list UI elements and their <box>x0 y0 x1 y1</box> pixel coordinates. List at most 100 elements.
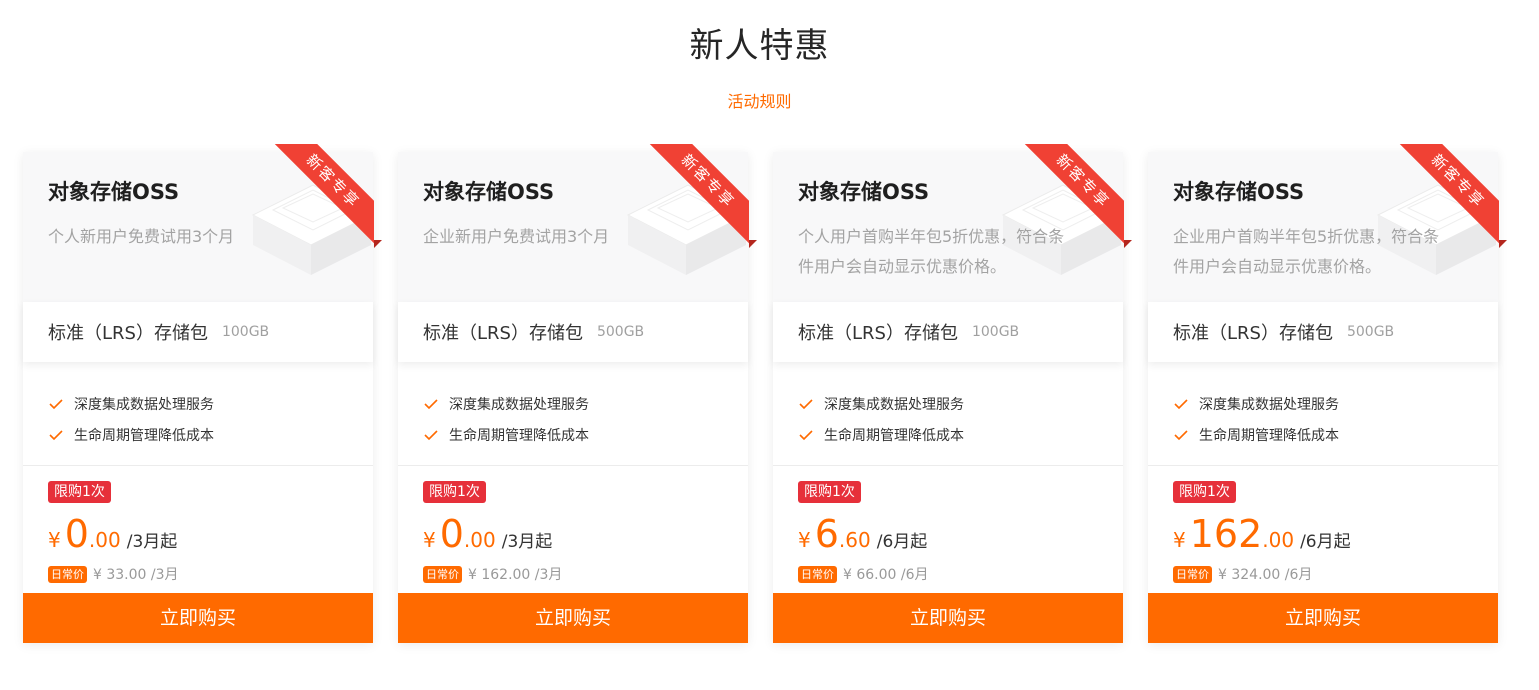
price-area: 限购1次 ¥ 0 .00 /3月起 日常价 ¥ 33.00 /3月 <box>23 466 373 594</box>
check-icon <box>799 398 813 409</box>
currency-symbol: ¥ <box>1173 528 1186 552</box>
price-decimal: .00 <box>463 528 496 552</box>
offer-card: 对象存储OSS 企业新用户免费试用3个月 新客专享 标准（LRS）存储包 500… <box>398 144 757 643</box>
feature-label: 生命周期管理降低成本 <box>824 427 964 444</box>
regular-price-row: 日常价 ¥ 33.00 /3月 <box>48 564 179 584</box>
check-icon <box>49 429 63 440</box>
regular-price: ¥ 162.00 /3月 <box>468 567 563 583</box>
promo-price: ¥ 162 .00 /6月起 <box>1173 511 1351 557</box>
feature-list: 深度集成数据处理服务 生命周期管理降低成本 <box>398 362 748 466</box>
card-title: 对象存储OSS <box>1173 180 1305 204</box>
ribbon-fold <box>374 240 382 248</box>
price-integer: 6 <box>814 512 839 556</box>
new-customer-ribbon: 新客专享 <box>1024 144 1124 244</box>
ribbon-label: 新客专享 <box>649 144 749 244</box>
price-integer: 0 <box>64 512 89 556</box>
feature-list: 深度集成数据处理服务 生命周期管理降低成本 <box>1148 362 1498 466</box>
regular-price-row: 日常价 ¥ 66.00 /6月 <box>798 564 929 584</box>
spec-row: 标准（LRS）存储包 500GB <box>398 302 748 362</box>
new-customer-ribbon: 新客专享 <box>274 144 374 244</box>
feature-item: 深度集成数据处理服务 <box>48 388 373 419</box>
spec-name: 标准（LRS）存储包 <box>48 323 208 344</box>
ribbon-fold <box>749 240 757 248</box>
buy-now-button[interactable]: 立即购买 <box>773 593 1123 643</box>
purchase-limit-badge: 限购1次 <box>423 481 486 503</box>
spec-size: 500GB <box>596 324 645 340</box>
buy-now-button[interactable]: 立即购买 <box>23 593 373 643</box>
promo-price: ¥ 6 .60 /6月起 <box>798 511 927 557</box>
spec-size: 100GB <box>971 324 1020 340</box>
card-title: 对象存储OSS <box>798 180 930 204</box>
price-area: 限购1次 ¥ 162 .00 /6月起 日常价 ¥ 324.00 /6月 <box>1148 466 1498 594</box>
feature-item: 深度集成数据处理服务 <box>798 388 1123 419</box>
activity-rules-link[interactable]: 活动规则 <box>0 88 1519 112</box>
price-area: 限购1次 ¥ 6 .60 /6月起 日常价 ¥ 66.00 /6月 <box>773 466 1123 594</box>
page-title: 新人特惠 <box>689 26 830 66</box>
regular-price-row: 日常价 ¥ 162.00 /3月 <box>423 564 562 584</box>
promo-price: ¥ 0 .00 /3月起 <box>48 511 177 557</box>
offer-card-list: 对象存储OSS 个人新用户免费试用3个月 新客专享 标准（LRS）存储包 100… <box>23 144 1507 643</box>
price-area: 限购1次 ¥ 0 .00 /3月起 日常价 ¥ 162.00 /3月 <box>398 466 748 594</box>
currency-symbol: ¥ <box>798 528 811 552</box>
regular-price-row: 日常价 ¥ 324.00 /6月 <box>1173 564 1312 584</box>
feature-list: 深度集成数据处理服务 生命周期管理降低成本 <box>23 362 373 466</box>
ribbon-fold <box>1499 240 1507 248</box>
regular-price-tag: 日常价 <box>1173 565 1212 583</box>
spec-name: 标准（LRS）存储包 <box>1173 323 1333 344</box>
purchase-limit-badge: 限购1次 <box>798 481 861 503</box>
regular-price-tag: 日常价 <box>48 565 87 583</box>
spec-row: 标准（LRS）存储包 500GB <box>1148 302 1498 362</box>
ribbon-fold <box>1124 240 1132 248</box>
price-period: /6月起 <box>876 532 928 552</box>
ribbon-label: 新客专享 <box>274 144 374 244</box>
check-icon <box>799 429 813 440</box>
price-period: /3月起 <box>126 532 178 552</box>
price-integer: 162 <box>1189 512 1263 556</box>
spec-size: 100GB <box>221 324 270 340</box>
feature-label: 深度集成数据处理服务 <box>449 396 589 413</box>
spec-row: 标准（LRS）存储包 100GB <box>23 302 373 362</box>
spec-row: 标准（LRS）存储包 100GB <box>773 302 1123 362</box>
feature-item: 深度集成数据处理服务 <box>1173 388 1498 419</box>
card-title: 对象存储OSS <box>48 180 180 204</box>
new-customer-ribbon: 新客专享 <box>1399 144 1499 244</box>
regular-price: ¥ 324.00 /6月 <box>1218 567 1313 583</box>
ribbon-label: 新客专享 <box>1399 144 1499 244</box>
new-customer-ribbon: 新客专享 <box>649 144 749 244</box>
feature-label: 生命周期管理降低成本 <box>449 427 589 444</box>
feature-label: 生命周期管理降低成本 <box>1199 427 1339 444</box>
regular-price-tag: 日常价 <box>798 565 837 583</box>
check-icon <box>424 429 438 440</box>
feature-label: 深度集成数据处理服务 <box>824 396 964 413</box>
check-icon <box>1174 398 1188 409</box>
spec-size: 500GB <box>1346 324 1395 340</box>
price-decimal: .60 <box>838 528 871 552</box>
check-icon <box>49 398 63 409</box>
check-icon <box>424 398 438 409</box>
feature-list: 深度集成数据处理服务 生命周期管理降低成本 <box>773 362 1123 466</box>
spec-name: 标准（LRS）存储包 <box>423 323 583 344</box>
feature-item: 生命周期管理降低成本 <box>798 419 1123 450</box>
buy-now-button[interactable]: 立即购买 <box>1148 593 1498 643</box>
check-icon <box>1174 429 1188 440</box>
promo-price: ¥ 0 .00 /3月起 <box>423 511 552 557</box>
feature-label: 深度集成数据处理服务 <box>74 396 214 413</box>
price-decimal: .00 <box>88 528 121 552</box>
offer-card: 对象存储OSS 个人新用户免费试用3个月 新客专享 标准（LRS）存储包 100… <box>23 144 382 643</box>
price-decimal: .00 <box>1262 528 1295 552</box>
purchase-limit-badge: 限购1次 <box>48 481 111 503</box>
spec-name: 标准（LRS）存储包 <box>798 323 958 344</box>
price-period: /3月起 <box>501 532 553 552</box>
price-integer: 0 <box>439 512 464 556</box>
currency-symbol: ¥ <box>423 528 436 552</box>
ribbon-label: 新客专享 <box>1024 144 1124 244</box>
currency-symbol: ¥ <box>48 528 61 552</box>
price-period: /6月起 <box>1300 532 1351 552</box>
feature-item: 生命周期管理降低成本 <box>423 419 748 450</box>
purchase-limit-badge: 限购1次 <box>1173 481 1236 503</box>
feature-label: 生命周期管理降低成本 <box>74 427 214 444</box>
regular-price: ¥ 33.00 /3月 <box>93 567 179 583</box>
feature-item: 生命周期管理降低成本 <box>48 419 373 450</box>
buy-now-button[interactable]: 立即购买 <box>398 593 748 643</box>
feature-item: 深度集成数据处理服务 <box>423 388 748 419</box>
